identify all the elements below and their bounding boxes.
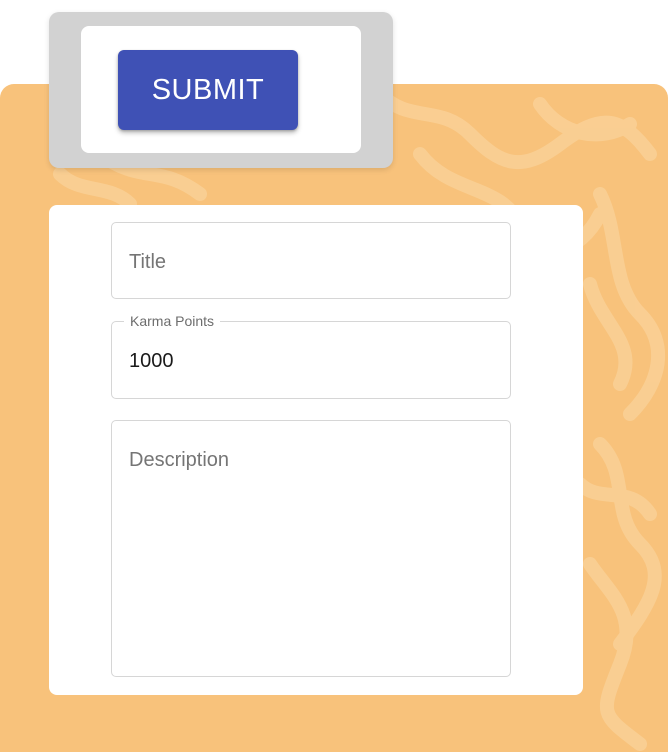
submit-card: SUBMIT: [81, 26, 361, 153]
form-card: Karma Points: [49, 205, 583, 695]
karma-points-input[interactable]: [129, 348, 496, 374]
karma-points-field: Karma Points: [111, 313, 511, 399]
title-input[interactable]: [129, 249, 496, 275]
submit-button[interactable]: SUBMIT: [118, 50, 298, 130]
description-textarea[interactable]: [129, 447, 496, 662]
title-field: [111, 222, 511, 299]
submit-frame: SUBMIT: [49, 12, 393, 168]
karma-points-label: Karma Points: [124, 313, 221, 329]
description-field: [111, 420, 511, 677]
